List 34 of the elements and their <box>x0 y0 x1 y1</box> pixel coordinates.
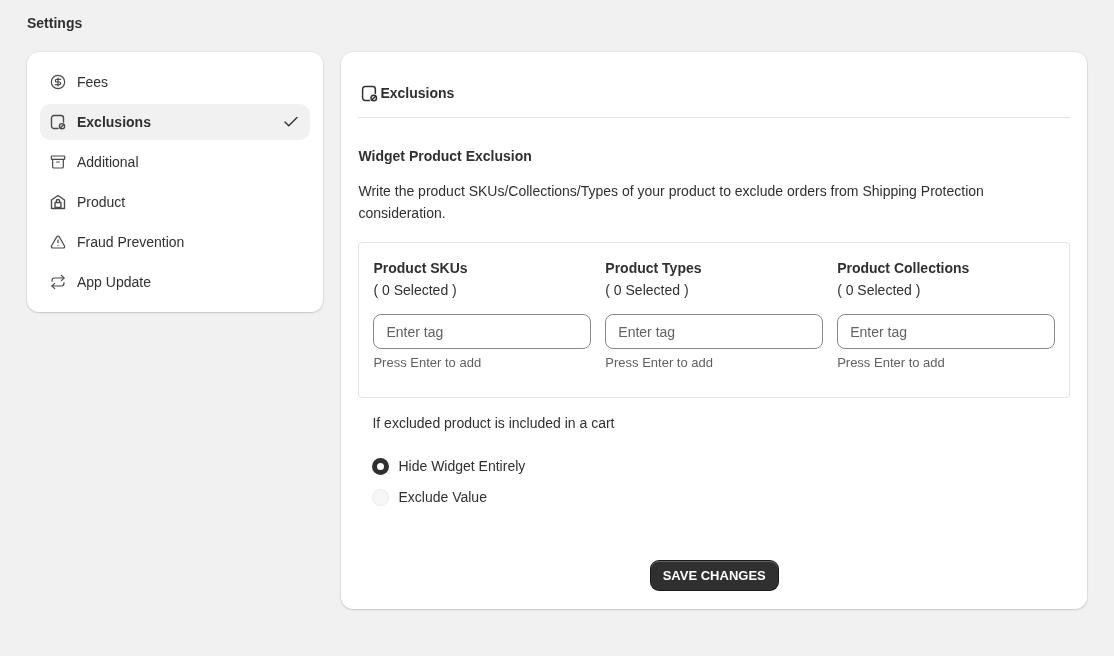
sidebar-item[interactable]: Fees <box>40 64 311 100</box>
save-changes-button[interactable]: SAVE CHANGES <box>650 561 778 590</box>
radio-button[interactable] <box>372 457 390 475</box>
repeat-icon <box>50 274 66 290</box>
selected-count: ( 0 Selected ) <box>837 281 921 300</box>
field-label: Product SKUs <box>373 259 468 278</box>
field-label: Product Collections <box>837 259 970 278</box>
warning-icon <box>50 234 66 250</box>
question-text: If excluded product is included in a cart <box>372 414 615 433</box>
tag-input-field[interactable]: Enter tag <box>837 314 1055 349</box>
sidebar-item[interactable]: Product <box>40 184 311 220</box>
field-label: Product Types <box>605 259 702 278</box>
input-hint: Press Enter to add <box>605 354 713 371</box>
sidebar-item[interactable]: App Update <box>40 264 311 300</box>
document-slash-icon <box>361 84 379 102</box>
tag-input-field[interactable]: Enter tag <box>605 314 824 349</box>
sidebar-item[interactable]: Exclusions <box>40 104 311 140</box>
page-title: Settings <box>27 14 83 32</box>
section-title: Widget Product Exclusion <box>358 147 532 165</box>
selected-count: ( 0 Selected ) <box>373 281 457 300</box>
input-hint: Press Enter to add <box>373 354 482 371</box>
input-hint: Press Enter to add <box>837 354 945 371</box>
tag-input-field[interactable]: Enter tag <box>373 314 592 349</box>
archive-icon <box>50 154 66 170</box>
radio-label: Hide Widget Entirely <box>398 457 526 476</box>
sidebar-item[interactable]: Additional <box>40 144 311 180</box>
selected-count: ( 0 Selected ) <box>605 281 689 300</box>
dollar-circle-icon <box>50 74 66 90</box>
description-text: Write the product SKUs/Collections/Types of your product to exclude orders from Shipping Protection consideration. <box>358 182 985 223</box>
store-lock-icon <box>50 194 66 210</box>
panel-title: Exclusions <box>380 84 455 102</box>
sidebar-item[interactable]: Fraud Prevention <box>40 224 311 260</box>
document-slash-icon <box>50 114 66 130</box>
radio-label: Exclude Value <box>398 488 487 507</box>
